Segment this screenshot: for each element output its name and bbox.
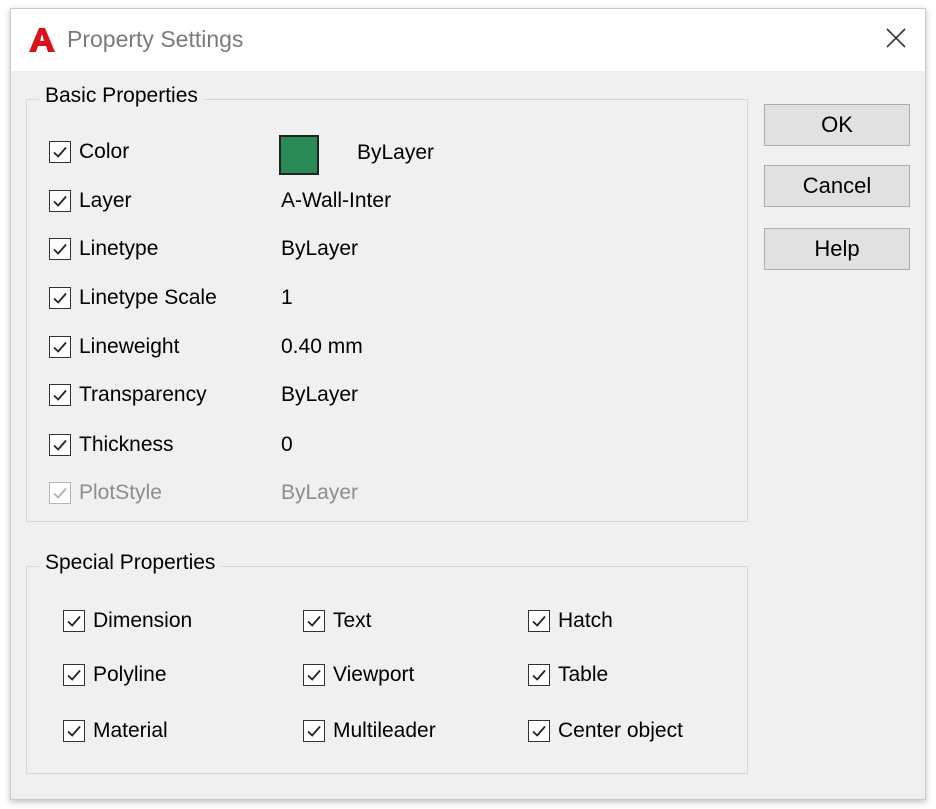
linetype-label: Linetype [79, 237, 159, 260]
plotstyle-checkbox [49, 482, 71, 504]
window-title: Property Settings [67, 26, 244, 52]
color-swatch [279, 135, 319, 175]
material-checkbox[interactable] [63, 720, 85, 742]
linetype-scale-label: Linetype Scale [79, 286, 217, 309]
polyline-label: Polyline [93, 663, 167, 686]
thickness-value: 0 [281, 433, 293, 456]
transparency-label: Transparency [79, 383, 207, 406]
checkmark-icon [307, 725, 321, 737]
linetype-value: ByLayer [281, 237, 359, 260]
basic-row-linetype: Linetype [49, 237, 158, 261]
basic-properties-title: Basic Properties [39, 84, 204, 108]
checkmark-icon [53, 292, 67, 304]
text-checkbox[interactable] [303, 610, 325, 632]
special-item-center-object: Center object [528, 719, 683, 743]
thickness-checkbox[interactable] [49, 434, 71, 456]
ok-button[interactable]: OK [764, 104, 910, 146]
plotstyle-label: PlotStyle [79, 481, 162, 504]
dimension-label: Dimension [93, 609, 193, 632]
title-bar: Property Settings [11, 9, 925, 71]
color-label: Color [79, 140, 130, 163]
special-item-multileader: Multileader [303, 719, 436, 743]
layer-value: A-Wall-Inter [281, 189, 392, 212]
special-item-hatch: Hatch [528, 609, 613, 633]
material-label: Material [93, 719, 168, 742]
checkmark-icon [53, 487, 67, 499]
linetype-checkbox[interactable] [49, 238, 71, 260]
checkmark-icon [53, 439, 67, 451]
linetype-scale-checkbox[interactable] [49, 287, 71, 309]
color-checkbox[interactable] [49, 141, 71, 163]
close-icon [886, 28, 906, 48]
plotstyle-value: ByLayer [281, 481, 359, 504]
checkmark-icon [53, 389, 67, 401]
checkmark-icon [67, 615, 81, 627]
checkmark-icon [53, 341, 67, 353]
checkmark-icon [532, 615, 546, 627]
special-item-material: Material [63, 719, 168, 743]
property-settings-dialog: Property Settings Basic Properties Color… [10, 8, 926, 800]
checkmark-icon [53, 243, 67, 255]
checkmark-icon [53, 195, 67, 207]
checkmark-icon [53, 146, 67, 158]
basic-row-thickness: Thickness [49, 433, 174, 457]
thickness-label: Thickness [79, 433, 174, 456]
basic-row-linetype-scale: Linetype Scale [49, 286, 217, 310]
layer-checkbox[interactable] [49, 190, 71, 212]
hatch-checkbox[interactable] [528, 610, 550, 632]
lineweight-checkbox[interactable] [49, 336, 71, 358]
transparency-checkbox[interactable] [49, 384, 71, 406]
basic-row-color: Color [49, 140, 129, 164]
text-label: Text [333, 609, 372, 632]
table-checkbox[interactable] [528, 664, 550, 686]
lineweight-value: 0.40 mm [281, 335, 363, 358]
checkmark-icon [307, 669, 321, 681]
viewport-checkbox[interactable] [303, 664, 325, 686]
checkmark-icon [532, 725, 546, 737]
checkmark-icon [67, 669, 81, 681]
dimension-checkbox[interactable] [63, 610, 85, 632]
lineweight-label: Lineweight [79, 335, 180, 358]
special-item-viewport: Viewport [303, 663, 414, 687]
basic-row-layer: Layer [49, 189, 132, 213]
hatch-label: Hatch [558, 609, 613, 632]
special-item-table: Table [528, 663, 608, 687]
multileader-label: Multileader [333, 719, 436, 742]
transparency-value: ByLayer [281, 383, 359, 406]
table-label: Table [558, 663, 609, 686]
special-item-dimension: Dimension [63, 609, 192, 633]
close-button[interactable] [881, 23, 911, 53]
checkmark-icon [307, 615, 321, 627]
viewport-label: Viewport [333, 663, 415, 686]
basic-row-transparency: Transparency [49, 383, 207, 407]
basic-row-plotstyle: PlotStyle [49, 481, 162, 505]
polyline-checkbox[interactable] [63, 664, 85, 686]
special-properties-title: Special Properties [39, 551, 222, 575]
special-item-text: Text [303, 609, 372, 633]
center-object-label: Center object [558, 719, 683, 742]
multileader-checkbox[interactable] [303, 720, 325, 742]
help-button[interactable]: Help [764, 228, 910, 270]
basic-row-lineweight: Lineweight [49, 335, 179, 359]
color-value: ByLayer [357, 141, 435, 164]
center-object-checkbox[interactable] [528, 720, 550, 742]
layer-label: Layer [79, 189, 132, 212]
special-item-polyline: Polyline [63, 663, 167, 687]
checkmark-icon [67, 725, 81, 737]
linetype-scale-value: 1 [281, 286, 293, 309]
autocad-logo-icon [29, 28, 55, 52]
cancel-button[interactable]: Cancel [764, 165, 910, 207]
checkmark-icon [532, 669, 546, 681]
